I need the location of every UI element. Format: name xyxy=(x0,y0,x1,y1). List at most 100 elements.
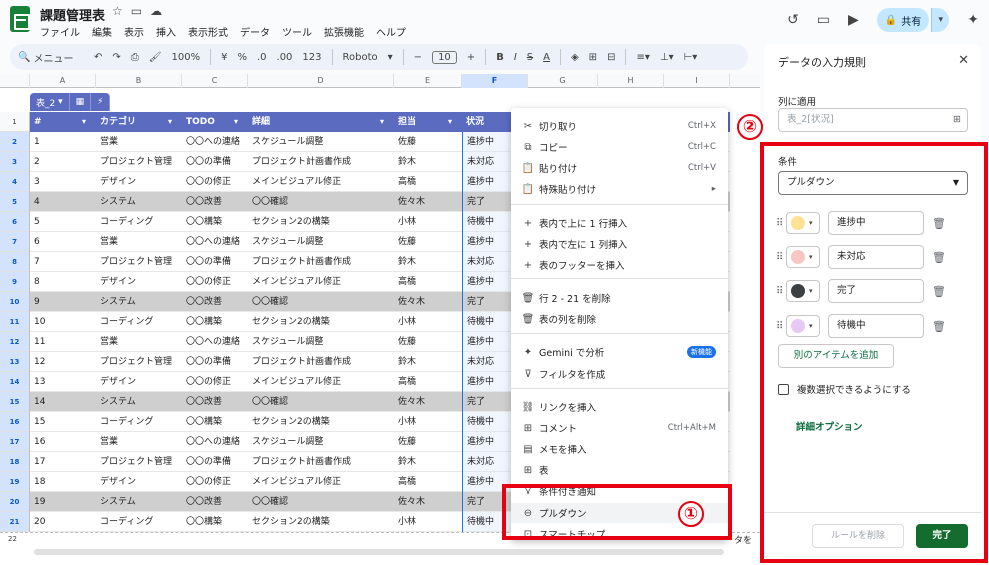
table-cell-n[interactable]: 9 xyxy=(30,292,96,312)
context-menu-item[interactable]: ⛓ リンクを挿入 xyxy=(511,397,728,417)
context-menu-item[interactable]: + 表のフッターを挿入 xyxy=(511,255,728,275)
percent-format-button[interactable]: % xyxy=(237,52,247,63)
table-cell-owner[interactable]: 高橋 xyxy=(394,472,462,492)
row-header[interactable]: 1 xyxy=(0,112,29,132)
font-size-decrease-button[interactable]: − xyxy=(414,52,422,63)
table-cell-cat[interactable]: デザイン xyxy=(96,372,182,392)
table-cell-owner[interactable]: 鈴木 xyxy=(394,152,462,172)
context-menu-item[interactable]: ⧉ コピー Ctrl+C xyxy=(511,137,728,157)
row-header[interactable]: 8 xyxy=(0,252,29,272)
row-header[interactable]: 7 xyxy=(0,232,29,252)
table-cell-owner[interactable]: 佐藤 xyxy=(394,132,462,152)
table-cell-todo[interactable]: 〇〇への連絡 xyxy=(182,332,248,352)
row-header[interactable]: 19 xyxy=(0,472,29,492)
column-header-a[interactable]: A xyxy=(30,74,96,88)
column-header-e[interactable]: E xyxy=(394,74,462,88)
table-cell-owner[interactable]: 小林 xyxy=(394,512,462,532)
column-header-i[interactable]: I xyxy=(664,74,730,88)
table-cell-detail[interactable]: セクション2の構築 xyxy=(248,212,394,232)
column-header-h[interactable]: H xyxy=(598,74,664,88)
context-menu-item[interactable]: ⊞ コメント Ctrl+Alt+M xyxy=(511,418,728,438)
column-header-f[interactable]: F xyxy=(462,74,528,88)
table-cell-owner[interactable]: 高橋 xyxy=(394,172,462,192)
table-cell-detail[interactable]: スケジュール調整 xyxy=(248,232,394,252)
context-menu-item[interactable]: ✦ Gemini で分析 新機能 xyxy=(511,342,728,362)
row-header[interactable]: 14 xyxy=(0,372,29,392)
table-cell-detail[interactable]: プロジェクト計画書作成 xyxy=(248,152,394,172)
table-cell-n[interactable]: 17 xyxy=(30,452,96,472)
table-cell-detail[interactable]: スケジュール調整 xyxy=(248,332,394,352)
table-cell-owner[interactable]: 高橋 xyxy=(394,272,462,292)
table-view-icon[interactable]: ▦ xyxy=(69,93,92,111)
merge-cells-icon[interactable]: ⊟ xyxy=(607,52,615,63)
chevron-down-icon[interactable]: ▾ xyxy=(168,112,172,132)
chevron-down-icon[interactable]: ▾ xyxy=(380,112,384,132)
row-header[interactable]: 20 xyxy=(0,492,29,512)
table-cell-n[interactable]: 15 xyxy=(30,412,96,432)
table-cell-owner[interactable]: 佐藤 xyxy=(394,332,462,352)
row-header[interactable]: 15 xyxy=(0,392,29,412)
folder-icon[interactable]: ▭ xyxy=(131,4,150,18)
strikethrough-button[interactable]: S xyxy=(527,52,533,63)
table-cell-detail[interactable]: セクション2の構築 xyxy=(248,512,394,532)
table-cell-n[interactable]: 2 xyxy=(30,152,96,172)
table-cell-owner[interactable]: 佐々木 xyxy=(394,192,462,212)
apply-range-input[interactable]: 表_2[状況] ⊞ xyxy=(778,108,968,132)
table-cell-cat[interactable]: 営業 xyxy=(96,332,182,352)
context-menu-item[interactable]: + 表内で左に 1 列挿入 xyxy=(511,234,728,254)
chevron-down-icon[interactable]: ▾ xyxy=(448,112,452,132)
gemini-icon[interactable]: ✦ xyxy=(967,12,979,28)
table-cell-owner[interactable]: 佐々木 xyxy=(394,392,462,412)
table-cell-cat[interactable]: プロジェクト管理 xyxy=(96,252,182,272)
table-cell-owner[interactable]: 小林 xyxy=(394,412,462,432)
table-cell-cat[interactable]: コーディング xyxy=(96,412,182,432)
menu-item[interactable]: データ xyxy=(240,24,270,39)
table-cell-cat[interactable]: コーディング xyxy=(96,512,182,532)
font-select[interactable]: Roboto xyxy=(343,52,378,63)
context-menu-item[interactable]: ✂ 切り取り Ctrl+X xyxy=(511,116,728,136)
menu-item[interactable]: ツール xyxy=(282,24,312,39)
table-cell-cat[interactable]: プロジェクト管理 xyxy=(96,452,182,472)
table-cell-todo[interactable]: 〇〇の修正 xyxy=(182,372,248,392)
context-menu-item[interactable]: ▤ メモを挿入 xyxy=(511,439,728,459)
table-cell-detail[interactable]: メインビジュアル修正 xyxy=(248,272,394,292)
table-cell-todo[interactable]: 〇〇構築 xyxy=(182,312,248,332)
table-cell-todo[interactable]: 〇〇の修正 xyxy=(182,272,248,292)
row-header[interactable]: 9 xyxy=(0,272,29,292)
menu-search[interactable]: 🔍 メニュー xyxy=(18,50,84,65)
table-cell-cat[interactable]: プロジェクト管理 xyxy=(96,152,182,172)
meet-icon[interactable]: ▶ xyxy=(848,12,859,28)
menu-item[interactable]: 表示 xyxy=(124,24,144,39)
currency-format-button[interactable]: ¥ xyxy=(221,52,227,63)
column-header-g[interactable]: G xyxy=(528,74,598,88)
table-cell-todo[interactable]: 〇〇の修正 xyxy=(182,472,248,492)
table-cell-n[interactable]: 5 xyxy=(30,212,96,232)
column-header-d[interactable]: D xyxy=(248,74,394,88)
table-cell-todo[interactable]: 〇〇の準備 xyxy=(182,352,248,372)
column-header-b[interactable]: B xyxy=(96,74,182,88)
share-menu-button[interactable]: ▾ xyxy=(931,8,950,32)
chevron-down-icon[interactable]: ▾ xyxy=(234,112,238,132)
row-header[interactable]: 18 xyxy=(0,452,29,472)
table-cell-todo[interactable]: 〇〇の準備 xyxy=(182,252,248,272)
context-menu-item[interactable]: 📋 特殊貼り付け ▸ xyxy=(511,179,728,199)
table-cell-n[interactable]: 18 xyxy=(30,472,96,492)
table-cell-todo[interactable]: 〇〇の準備 xyxy=(182,452,248,472)
star-icon[interactable]: ☆ xyxy=(112,4,131,18)
table-cell-detail[interactable]: 〇〇確認 xyxy=(248,392,394,412)
paint-format-icon[interactable]: 🖌 xyxy=(149,52,162,63)
font-size-input[interactable]: 10 xyxy=(432,50,457,64)
table-cell-detail[interactable]: セクション2の構築 xyxy=(248,412,394,432)
table-cell-todo[interactable]: 〇〇への連絡 xyxy=(182,232,248,252)
table-cell-todo[interactable]: 〇〇改善 xyxy=(182,192,248,212)
context-menu-item[interactable]: 📋 貼り付け Ctrl+V xyxy=(511,158,728,178)
table-cell-n[interactable]: 12 xyxy=(30,352,96,372)
borders-icon[interactable]: ⊞ xyxy=(589,52,597,63)
table-column-header[interactable]: 詳細 xyxy=(248,112,394,132)
row-header[interactable]: 2 xyxy=(0,132,29,152)
table-cell-cat[interactable]: システム xyxy=(96,192,182,212)
table-cell-n[interactable]: 20 xyxy=(30,512,96,532)
table-cell-n[interactable]: 8 xyxy=(30,272,96,292)
redo-icon[interactable]: ↷ xyxy=(112,52,120,63)
more-formats-button[interactable]: 123 xyxy=(302,52,321,63)
